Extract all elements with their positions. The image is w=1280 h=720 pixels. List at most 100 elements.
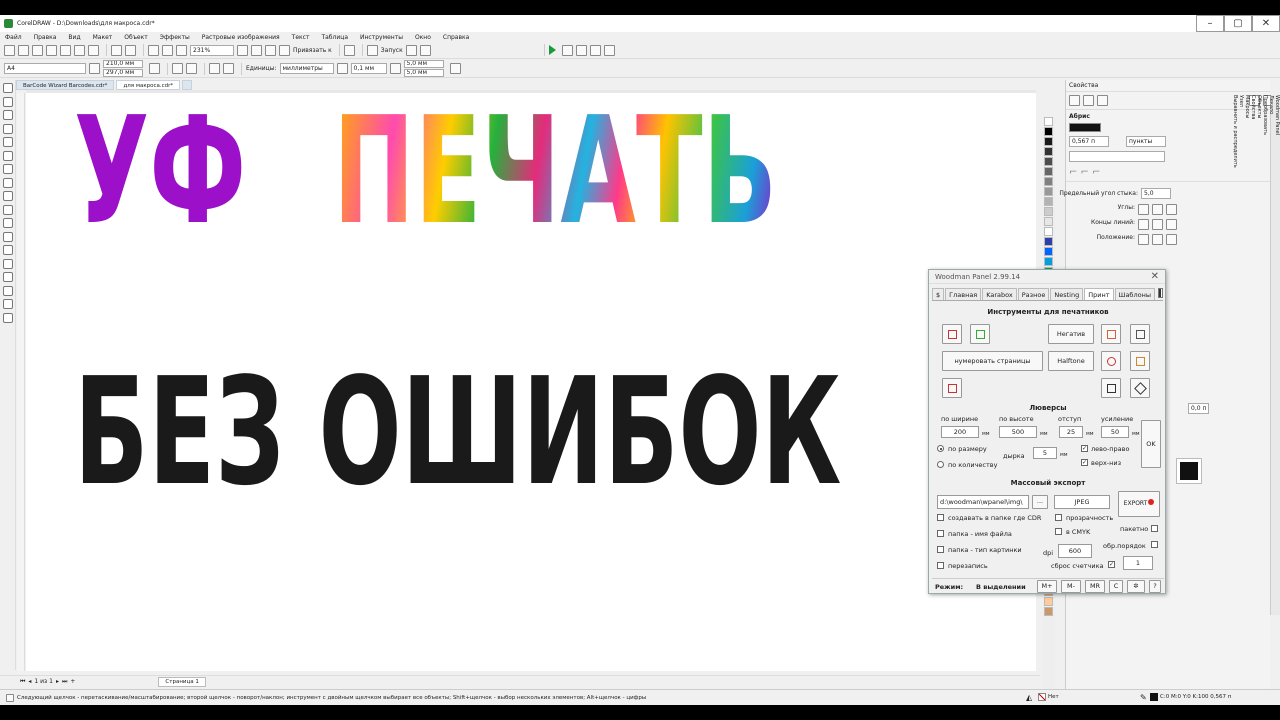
position-inside-icon[interactable] (1166, 234, 1177, 245)
help-button[interactable]: ? (1149, 580, 1161, 593)
page-width-field[interactable]: 210,0 мм (103, 60, 143, 68)
undo-icon[interactable] (111, 44, 122, 56)
grommet-indent-input[interactable]: 25 (1059, 426, 1083, 438)
options-gear-icon[interactable] (343, 44, 355, 56)
open-icon[interactable] (18, 44, 29, 56)
side-tab-align[interactable]: Выравнить и распределить (1232, 95, 1238, 601)
top-bottom-checkbox[interactable]: ✓ (1081, 459, 1088, 466)
transparency-checkbox[interactable] (1055, 514, 1062, 521)
paste-icon[interactable] (88, 44, 99, 56)
palette-swatch[interactable] (1044, 167, 1053, 176)
halftone-button[interactable]: Halftone (1048, 351, 1094, 371)
cap-butt-icon[interactable] (1138, 219, 1149, 230)
palette-swatch[interactable] (1044, 157, 1053, 166)
parallel-dimension-icon[interactable] (3, 231, 13, 242)
launcher-icon[interactable] (366, 44, 378, 56)
current-page-icon[interactable] (223, 63, 234, 74)
next-page-icon[interactable]: ▸ (56, 678, 59, 685)
duplicate-y-field[interactable]: 5,0 мм (403, 69, 444, 77)
grommet-width-input[interactable]: 200 (941, 426, 979, 438)
stop-macro-icon[interactable] (561, 44, 573, 56)
crop-marks-icon[interactable] (1101, 324, 1121, 344)
menu-help[interactable]: Справка (443, 34, 469, 41)
page-tab[interactable]: Страница 1 (158, 676, 206, 687)
shape-tool-icon[interactable] (3, 110, 13, 120)
cap-round-icon[interactable] (1152, 219, 1163, 230)
menu-bitmaps[interactable]: Растровые изображения (202, 34, 280, 41)
palette-swatch[interactable] (1044, 237, 1053, 246)
number-pages-button[interactable]: нумеровать страницы (942, 351, 1043, 371)
side-tab-node[interactable]: Узел (1238, 95, 1244, 601)
macro-settings-icon[interactable] (419, 44, 431, 56)
create-in-cdr-folder-checkbox[interactable] (937, 514, 944, 521)
spot-color-icon[interactable] (942, 324, 962, 344)
portrait-icon[interactable] (172, 63, 183, 74)
palette-swatch[interactable] (1044, 147, 1053, 156)
print-icon[interactable] (46, 44, 57, 56)
ellipse-tool-icon[interactable] (3, 191, 13, 201)
new-document-icon[interactable] (4, 44, 15, 56)
outline-units-dropdown[interactable]: пункты (1126, 136, 1166, 147)
save-icon[interactable] (32, 44, 43, 56)
cap-square-icon[interactable] (1166, 219, 1177, 230)
menu-layout[interactable]: Макет (93, 34, 113, 41)
memory-minus-button[interactable]: M- (1061, 580, 1081, 593)
overwrite-checkbox[interactable] (937, 562, 944, 569)
launch-dropdown[interactable]: Запуск (381, 47, 403, 54)
position-outside-icon[interactable] (1138, 234, 1149, 245)
position-center-icon[interactable] (1152, 234, 1163, 245)
menu-view[interactable]: Вид (68, 34, 80, 41)
outline-pen-icon[interactable]: ✎ (1140, 693, 1147, 702)
palette-swatch[interactable] (1044, 597, 1053, 606)
polygon-tool-icon[interactable] (3, 204, 13, 215)
menu-object[interactable]: Объект (124, 34, 147, 41)
side-tab-lekalo[interactable]: Лекало (1268, 95, 1274, 601)
export-path-input[interactable]: d:\woodman\wpanel\img\ (937, 495, 1029, 509)
zoom-tool-icon[interactable] (3, 137, 13, 147)
full-screen-icon[interactable] (237, 44, 248, 56)
lock-ratio-icon[interactable] (149, 63, 160, 74)
import-icon[interactable] (148, 44, 159, 56)
batch-checkbox[interactable] (1151, 525, 1158, 532)
grommet-reinforce-input[interactable]: 50 (1101, 426, 1129, 438)
menu-table[interactable]: Таблица (321, 34, 348, 41)
pause-macro-icon[interactable] (603, 44, 615, 56)
zoom-level-field[interactable]: 231% (190, 44, 234, 56)
maximize-icon[interactable]: ▢ (1224, 15, 1252, 32)
format-dropdown[interactable]: JPEG (1054, 495, 1110, 509)
tab-print[interactable]: Принт (1084, 288, 1114, 300)
add-page-icon[interactable]: + (70, 678, 75, 685)
by-count-radio[interactable] (937, 461, 944, 468)
side-tab-macros[interactable]: Макросы (1244, 95, 1250, 601)
step-repeat-icon[interactable] (1130, 324, 1150, 344)
menu-file[interactable]: Файл (5, 34, 22, 41)
miter-limit-field[interactable]: 5,0 (1141, 188, 1171, 199)
outline-color-swatch[interactable] (1069, 123, 1101, 132)
all-pages-icon[interactable] (209, 63, 220, 74)
clear-button[interactable]: C (1109, 580, 1123, 593)
mode-value[interactable]: В выделении (976, 583, 1026, 591)
palette-swatch[interactable] (1044, 177, 1053, 186)
negative-button[interactable]: Негатив (1048, 324, 1094, 344)
grid-menu-icon[interactable] (1157, 288, 1163, 298)
memory-recall-button[interactable]: MR (1085, 580, 1105, 593)
copy-icon[interactable] (74, 44, 85, 56)
macro-manager-icon[interactable] (575, 44, 587, 56)
palette-swatch[interactable] (1044, 607, 1053, 616)
woodman-close-icon[interactable]: ✕ (1151, 270, 1159, 284)
minimize-icon[interactable]: – (1196, 15, 1224, 32)
guidelines-icon[interactable] (279, 44, 290, 56)
reverse-order-checkbox[interactable] (1151, 541, 1158, 548)
units-dropdown[interactable]: миллиметры (279, 63, 334, 74)
last-page-icon[interactable]: ⏭ (62, 678, 67, 686)
menu-effects[interactable]: Эффекты (160, 34, 190, 41)
first-page-icon[interactable]: ⏮ (20, 678, 25, 686)
menu-text[interactable]: Текст (292, 34, 310, 41)
grommet-height-input[interactable]: 500 (999, 426, 1037, 438)
line-style-dropdown[interactable] (1069, 151, 1165, 162)
eyedropper-icon[interactable] (3, 285, 13, 296)
cmyk-checkbox[interactable] (1055, 528, 1062, 535)
export-icon[interactable] (162, 44, 173, 56)
rectangle-tool-icon[interactable] (3, 177, 13, 188)
menu-edit[interactable]: Правка (34, 34, 57, 41)
